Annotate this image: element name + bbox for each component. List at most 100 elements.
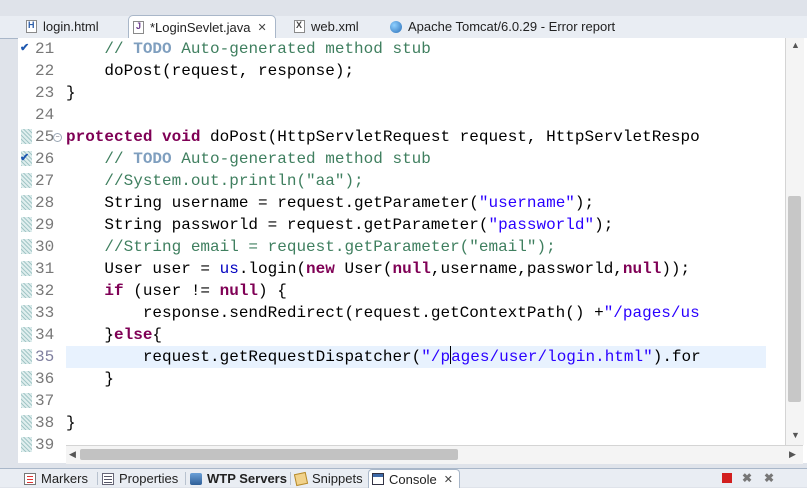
code-token: "/pages/us <box>603 304 700 322</box>
line-number: 27 <box>35 172 55 190</box>
code-token: User( <box>334 260 393 278</box>
code-token: } <box>66 326 115 344</box>
code-token: "username" <box>478 194 575 212</box>
code-line[interactable]: // TODO Auto-generated method stub <box>66 38 766 60</box>
code-token: ); <box>574 194 595 212</box>
close-icon[interactable]: ✕ <box>257 21 266 34</box>
code-token: doPost(request, response); <box>66 62 355 80</box>
code-token: new <box>306 260 335 278</box>
properties-icon <box>102 472 114 485</box>
line-number: 26 <box>35 150 55 168</box>
line-number: 21 <box>35 40 55 58</box>
line-number: 33 <box>35 304 55 322</box>
code-token: Auto-generated method stub <box>171 150 431 168</box>
snippets-icon <box>293 471 309 486</box>
code-line[interactable]: } <box>66 412 766 434</box>
code-token: response.sendRedirect(request.getContext… <box>66 304 604 322</box>
console-icon <box>372 473 384 485</box>
tab-wtp-servers[interactable]: WTP Servers <box>190 470 287 487</box>
code-line[interactable]: //System.out.println("aa"); <box>66 170 766 192</box>
code-token: "passworld" <box>488 216 595 234</box>
code-line[interactable]: response.sendRedirect(request.getContext… <box>66 302 766 324</box>
code-line[interactable]: } <box>66 368 766 390</box>
code-line[interactable]: String username = request.getParameter("… <box>66 192 766 214</box>
tab-properties[interactable]: Properties <box>102 470 178 487</box>
code-token: doPost(HttpServletRequest request, HttpS… <box>200 128 700 146</box>
terminate-icon[interactable] <box>722 473 732 483</box>
tab-label: WTP Servers <box>207 471 287 486</box>
tab-label: web.xml <box>311 19 359 34</box>
horizontal-scrollbar[interactable]: ◀ ▶ <box>66 445 803 464</box>
code-token: //System.out.println("aa"); <box>104 172 364 190</box>
tab-login-html[interactable]: login.html <box>26 16 99 37</box>
close-icon[interactable]: ✕ <box>444 473 453 486</box>
code-line[interactable]: // TODO Auto-generated method stub <box>66 148 766 170</box>
line-number: 29 <box>35 216 55 234</box>
code-token: TODO <box>133 150 172 168</box>
line-number: 32 <box>35 282 55 300</box>
tab-markers[interactable]: Markers <box>24 470 88 487</box>
remove-all-icon[interactable]: ✖ <box>764 471 774 485</box>
code-token: } <box>66 84 76 102</box>
views-tab-bar: Markers Properties WTP Servers Snippets … <box>0 468 807 488</box>
tab-label: Properties <box>119 471 179 486</box>
code-token: ages/user/login.html" <box>451 348 653 366</box>
vertical-scroll-thumb[interactable] <box>788 196 801 402</box>
code-token: void <box>162 128 201 146</box>
horizontal-scroll-thumb[interactable] <box>80 449 458 460</box>
scroll-left-icon[interactable]: ◀ <box>69 449 76 460</box>
tab-snippets[interactable]: Snippets <box>293 470 363 487</box>
code-line[interactable] <box>66 390 766 412</box>
code-area[interactable]: // TODO Auto-generated method stub doPos… <box>66 38 766 445</box>
code-line[interactable]: doPost(request, response); <box>66 60 766 82</box>
line-number: 36 <box>35 370 55 388</box>
code-token: // <box>104 40 134 58</box>
code-line[interactable]: User user = us.login(new User(null,usern… <box>66 258 766 280</box>
tab-console[interactable]: Console ✕ <box>368 469 460 488</box>
code-line[interactable]: request.getRequestDispatcher("/pages/use… <box>66 346 766 368</box>
line-number: 22 <box>35 62 55 80</box>
code-token: } <box>66 370 115 388</box>
remove-launch-icon[interactable]: ✖ <box>742 471 752 485</box>
code-line[interactable]: if (user != null) { <box>66 280 766 302</box>
tab-loginsevlet-java[interactable]: *LoginSevlet.java ✕ <box>128 15 276 39</box>
code-token: ) { <box>258 282 287 300</box>
tab-tomcat-error-report[interactable]: Apache Tomcat/6.0.29 - Error report <box>390 16 615 37</box>
code-token: String username = request.getParameter( <box>66 194 479 212</box>
code-token: us <box>219 260 239 278</box>
xml-file-icon <box>294 20 305 33</box>
tab-label: Apache Tomcat/6.0.29 - Error report <box>408 19 616 34</box>
scroll-down-icon[interactable]: ▼ <box>791 430 800 440</box>
line-number: 30 <box>35 238 55 256</box>
code-line[interactable] <box>66 434 766 445</box>
tab-web-xml[interactable]: web.xml <box>294 16 359 37</box>
code-token: null <box>622 260 662 278</box>
code-token: } <box>66 414 76 432</box>
code-line[interactable]: }else{ <box>66 324 766 346</box>
code-line[interactable]: String passworld = request.getParameter(… <box>66 214 766 236</box>
line-number: 28 <box>35 194 55 212</box>
vertical-scrollbar[interactable]: ▲ ▼ <box>785 38 804 445</box>
globe-icon <box>390 20 402 33</box>
code-line[interactable]: } <box>66 82 766 104</box>
tab-separator <box>290 472 291 485</box>
code-token: null <box>392 260 431 278</box>
code-line[interactable]: protected void doPost(HttpServletRequest… <box>66 126 766 148</box>
code-token: "/p <box>421 348 451 366</box>
scroll-up-icon[interactable]: ▲ <box>791 40 800 50</box>
collapse-icon[interactable]: − <box>53 133 62 142</box>
scroll-right-icon[interactable]: ▶ <box>789 449 796 460</box>
code-line[interactable]: //String email = request.getParameter("e… <box>66 236 766 258</box>
code-token: request.getRequestDispatcher( <box>66 348 422 366</box>
code-token: if <box>104 282 124 300</box>
line-number: 23 <box>35 84 55 102</box>
tab-label: Console <box>389 471 437 487</box>
java-editor[interactable]: ✔ ✔ 21 22 23 24 25−26 27 28 29 30 31 32 33 34 35 36 37 38… <box>18 38 807 464</box>
code-token: ).for <box>652 348 701 366</box>
code-line[interactable] <box>66 104 766 126</box>
